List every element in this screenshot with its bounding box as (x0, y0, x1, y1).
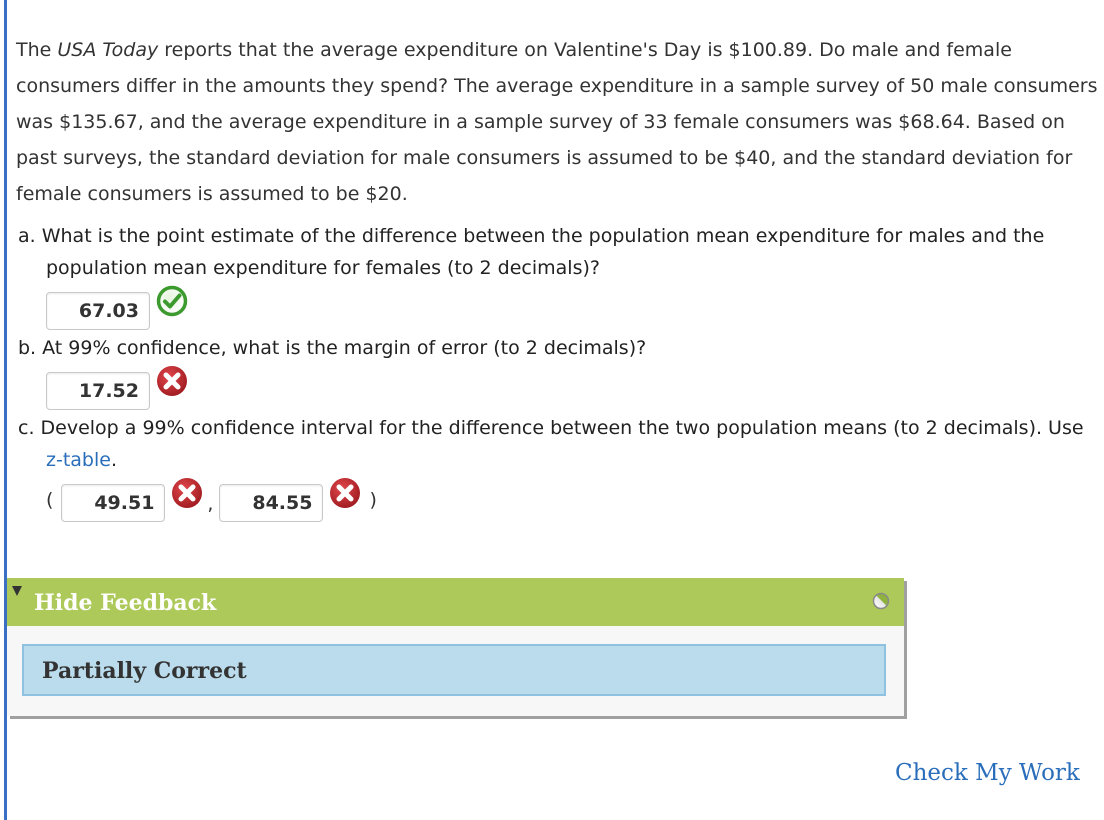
open-paren: ( (46, 489, 54, 511)
question-c-text: c. Develop a 99% confidence interval for… (16, 412, 1100, 476)
status-knob-icon (872, 592, 890, 610)
question-c-text-body: c. Develop a 99% confidence interval for… (18, 417, 1084, 439)
question-c-text-end: . (110, 449, 117, 471)
incorrect-x-icon (157, 366, 187, 396)
intro-text-start: The (16, 39, 58, 61)
hide-feedback-label: Hide Feedback (34, 590, 217, 616)
question-content: The USA Today reports that the average e… (16, 32, 1100, 524)
collapse-triangle-icon (12, 586, 22, 596)
publication-name: USA Today (57, 39, 159, 61)
feedback-status-box: Partially Correct (22, 644, 886, 696)
answer-a-input[interactable]: 67.03 (46, 292, 150, 330)
question-a: a. What is the point estimate of the dif… (16, 220, 1100, 332)
answer-c-upper-input[interactable]: 84.55 (219, 484, 324, 522)
problem-statement: The USA Today reports that the average e… (16, 32, 1100, 212)
hide-feedback-toggle[interactable]: Hide Feedback (7, 578, 904, 626)
check-my-work-button[interactable]: Check My Work (895, 760, 1080, 786)
answer-c-lower-input[interactable]: 49.51 (61, 484, 166, 522)
feedback-status-text: Partially Correct (42, 658, 247, 684)
comma-separator: , (207, 493, 214, 515)
incorrect-x-icon (172, 478, 203, 508)
question-c: c. Develop a 99% confidence interval for… (16, 412, 1100, 524)
correct-check-icon (156, 285, 188, 317)
answer-b-input[interactable]: 17.52 (46, 372, 150, 410)
question-b-text: b. At 99% confidence, what is the margin… (18, 337, 647, 359)
close-paren: ) (369, 489, 377, 511)
incorrect-x-icon (330, 478, 361, 508)
z-table-link[interactable]: z-table (46, 449, 111, 471)
question-a-text: a. What is the point estimate of the dif… (18, 225, 1045, 279)
intro-text-rest: reports that the average expenditure on … (16, 39, 1098, 205)
feedback-panel: Hide Feedback Partially Correct (7, 578, 904, 716)
question-b: b. At 99% confidence, what is the margin… (16, 332, 1100, 412)
